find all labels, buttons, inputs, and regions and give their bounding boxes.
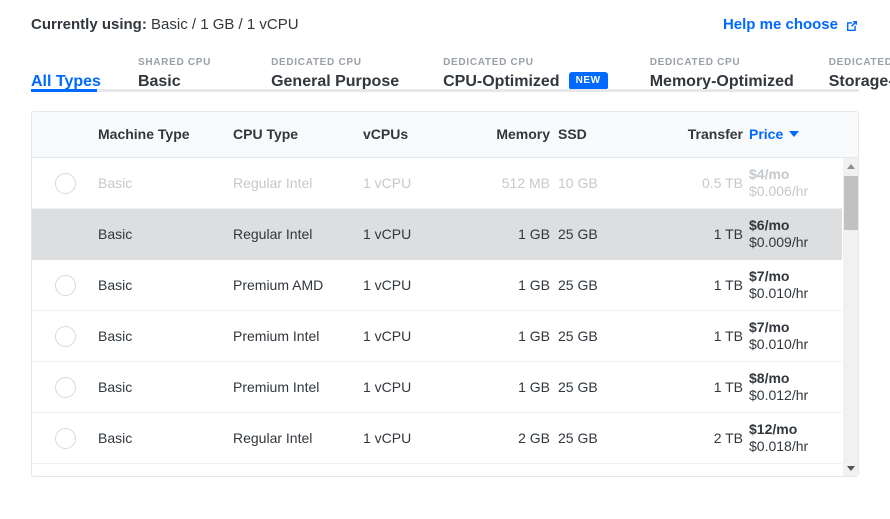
currently-using-label: Currently using:	[31, 16, 147, 33]
currently-using-value: Basic / 1 GB / 1 vCPU	[151, 16, 299, 33]
plan-table: Machine Type CPU Type vCPUs Memory SSD T…	[31, 111, 859, 477]
machine-type-tabs: All Types SHARED CPU Basic DEDICATED CPU…	[0, 48, 890, 92]
tab-list: All Types SHARED CPU Basic DEDICATED CPU…	[31, 48, 890, 92]
cell-memory: 1 GB	[518, 328, 550, 344]
tab-general-purpose-eyebrow: DEDICATED CPU	[271, 57, 362, 68]
radio-button[interactable]	[54, 427, 76, 449]
cell-machine-type: Basic	[98, 328, 133, 344]
cell-transfer: 0.5 TB	[702, 175, 743, 191]
cell-vcpus: 1 vCPU	[363, 226, 412, 242]
active-tab-indicator	[31, 89, 97, 92]
cell-memory: 2 GB	[518, 430, 550, 446]
header-vcpus[interactable]: vCPUs	[363, 126, 408, 142]
cell-machine-type: Basic	[98, 277, 133, 293]
row-select-cell	[32, 172, 98, 194]
tab-cpu-optimized-eyebrow: DEDICATED CPU	[443, 57, 534, 68]
triangle-down-icon	[847, 465, 855, 471]
cell-vcpus: 1 vCPU	[363, 430, 412, 446]
tab-storage-optimized-eyebrow: DEDICATED CPU	[828, 57, 890, 68]
cell-cpu-type: Regular Intel	[233, 175, 313, 191]
header-transfer[interactable]: Transfer	[688, 126, 743, 142]
cell-cpu-type: Premium Intel	[233, 379, 320, 395]
cell-transfer: 1 TB	[713, 277, 743, 293]
tab-general-purpose[interactable]: DEDICATED CPU General Purpose	[271, 48, 399, 92]
row-select-cell	[32, 274, 98, 296]
cell-machine-type: Basic	[98, 175, 133, 191]
row-select-cell	[32, 427, 98, 449]
table-row[interactable]: Basic Regular Intel 1 vCPU 2 GB 25 GB 2 …	[32, 413, 858, 464]
tab-cpu-optimized[interactable]: DEDICATED CPU CPU-Optimized NEW	[443, 48, 608, 92]
cell-cpu-type: Regular Intel	[233, 226, 313, 242]
cell-machine-type: Basic	[98, 430, 133, 446]
cell-ssd: 25 GB	[558, 277, 598, 293]
header-ssd[interactable]: SSD	[558, 126, 587, 142]
cell-transfer: 2 TB	[713, 430, 743, 446]
cell-ssd: 25 GB	[558, 379, 598, 395]
radio-button[interactable]	[54, 376, 76, 398]
help-me-choose-label: Help me choose	[722, 16, 838, 33]
tab-basic-eyebrow: SHARED CPU	[137, 57, 212, 68]
table-row[interactable]: Basic Premium AMD 1 vCPU 1 GB 25 GB 1 TB…	[32, 260, 858, 311]
table-row[interactable]: Basic Premium Intel 1 vCPU 1 GB 25 GB 1 …	[32, 311, 858, 362]
table-scrollbar[interactable]	[842, 158, 858, 476]
cell-ssd: 10 GB	[558, 175, 598, 191]
tab-memory-optimized[interactable]: DEDICATED CPU Memory-Optimized	[650, 48, 794, 92]
cell-cpu-type: Premium Intel	[233, 328, 320, 344]
cell-vcpus: 1 vCPU	[363, 328, 412, 344]
tabs-underline	[31, 89, 859, 92]
help-me-choose-link[interactable]: Help me choose	[723, 16, 859, 33]
cell-memory: 1 GB	[518, 379, 550, 395]
cell-memory: 1 GB	[518, 277, 550, 293]
row-select-cell	[32, 325, 98, 347]
summary-bar: Currently using: Basic / 1 GB / 1 vCPU H…	[0, 0, 890, 38]
table-row[interactable]: Basic Premium Intel 1 vCPU 1 GB 25 GB 1 …	[32, 362, 858, 413]
external-link-icon	[845, 19, 859, 33]
tab-storage-optimized[interactable]: DEDICATED CPU Storage-Optimized	[829, 48, 890, 92]
table-row: Basic Regular Intel 1 vCPU 512 MB 10 GB …	[32, 158, 858, 209]
header-price-label: Price	[749, 125, 784, 142]
scroll-up-button[interactable]	[843, 158, 858, 174]
new-badge: NEW	[568, 72, 608, 90]
radio-button[interactable]	[54, 325, 76, 347]
cell-cpu-type: Premium AMD	[233, 277, 324, 293]
cell-ssd: 25 GB	[558, 226, 598, 242]
tab-basic[interactable]: SHARED CPU Basic	[138, 48, 211, 92]
header-price-sort[interactable]: Price	[749, 125, 800, 142]
caret-down-icon	[789, 130, 800, 137]
cell-memory: 1 GB	[518, 226, 550, 242]
radio-button[interactable]	[54, 172, 76, 194]
cell-transfer: 1 TB	[713, 328, 743, 344]
cell-memory: 512 MB	[501, 175, 550, 191]
header-machine-type[interactable]: Machine Type	[98, 126, 190, 142]
radio-button[interactable]	[54, 274, 76, 296]
cell-vcpus: 1 vCPU	[363, 175, 412, 191]
cell-vcpus: 1 vCPU	[363, 379, 412, 395]
table-header-row: Machine Type CPU Type vCPUs Memory SSD T…	[32, 112, 858, 158]
scrollbar-thumb[interactable]	[844, 176, 858, 230]
currently-using-text: Currently using: Basic / 1 GB / 1 vCPU	[31, 16, 299, 33]
scroll-down-button[interactable]	[843, 460, 858, 476]
cell-vcpus: 1 vCPU	[363, 277, 412, 293]
row-select-cell	[32, 376, 98, 398]
cell-machine-type: Basic	[98, 226, 133, 242]
header-memory[interactable]: Memory	[496, 126, 550, 142]
tab-all-types[interactable]: All Types	[31, 48, 101, 92]
header-cpu-type[interactable]: CPU Type	[233, 126, 298, 142]
cell-cpu-type: Regular Intel	[233, 430, 313, 446]
cell-transfer: 1 TB	[713, 226, 743, 242]
triangle-up-icon	[847, 163, 855, 169]
cell-transfer: 1 TB	[713, 379, 743, 395]
table-row[interactable]: Basic Premium AMD 1 vCPU 2 GB 25 GB 2 TB…	[32, 464, 858, 476]
cell-ssd: 25 GB	[558, 328, 598, 344]
cell-ssd: 25 GB	[558, 430, 598, 446]
tab-memory-optimized-eyebrow: DEDICATED CPU	[649, 57, 741, 68]
table-body: Basic Regular Intel 1 vCPU 512 MB 10 GB …	[32, 158, 858, 476]
table-row[interactable]: Basic Regular Intel 1 vCPU 1 GB 25 GB 1 …	[32, 209, 858, 260]
cell-machine-type: Basic	[98, 379, 133, 395]
